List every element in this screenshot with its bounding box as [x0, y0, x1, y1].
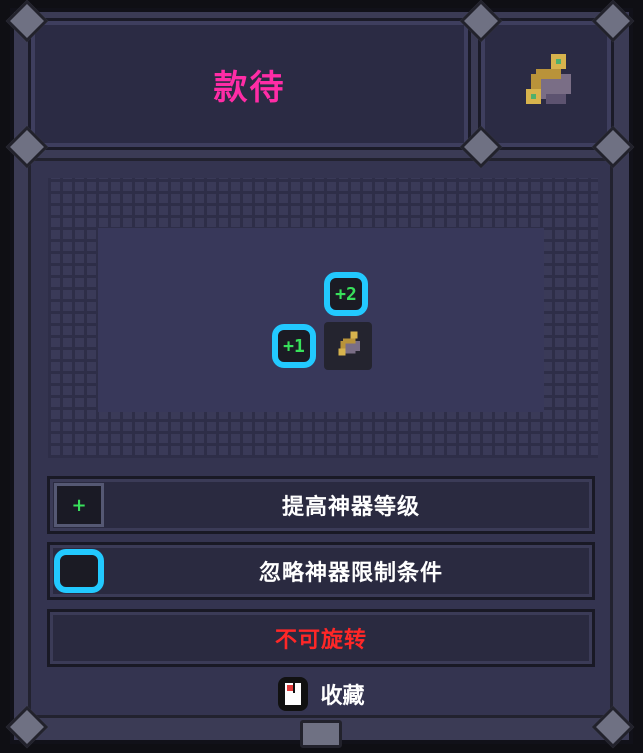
title-banner: 款待 [28, 18, 471, 150]
relic-icon-slot [478, 18, 614, 150]
ring-icon [54, 549, 104, 593]
rotation-warning-row: 不可旋转 [47, 609, 595, 667]
relic-preview-tile [324, 322, 372, 370]
bottom-handle [300, 720, 342, 748]
badge-text: +1 [283, 335, 305, 357]
plus-icon: + [54, 483, 104, 527]
favorite-control[interactable]: 收藏 [0, 672, 643, 716]
mouse-icon [278, 677, 309, 711]
relic-icon [526, 54, 571, 104]
warning-label: 不可旋转 [274, 628, 367, 653]
relic-icon [338, 331, 361, 356]
level-plus-two-badge: +2 [324, 272, 368, 316]
favorite-label: 收藏 [320, 684, 365, 709]
badge-text: +2 [335, 283, 357, 305]
option-label: 忽略神器限制条件 [258, 561, 443, 586]
relic-title: 款待 [213, 67, 286, 108]
option-ignore-restrictions: 忽略神器限制条件 [47, 542, 595, 600]
option-raise-artifact-level: + 提高神器等级 [47, 476, 595, 534]
option-label: 提高神器等级 [281, 495, 420, 520]
level-plus-one-badge: +1 [272, 324, 316, 368]
shape-preview [98, 228, 544, 412]
